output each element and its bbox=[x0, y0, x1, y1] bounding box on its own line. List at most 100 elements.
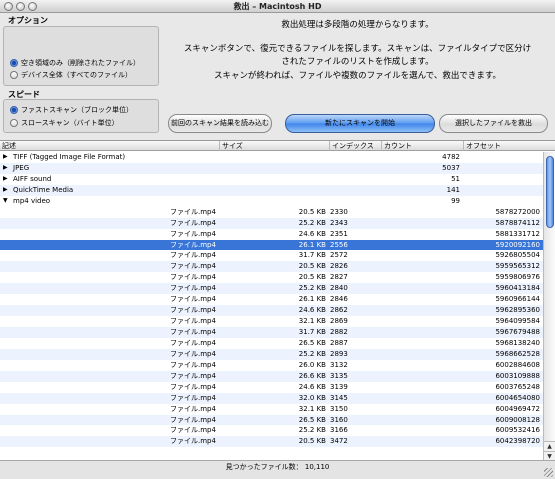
column-header-description[interactable]: 記述 bbox=[0, 141, 16, 151]
file-index: 2343 bbox=[330, 218, 348, 227]
file-index: 3472 bbox=[330, 437, 348, 446]
radio-unselected-icon[interactable] bbox=[10, 71, 18, 79]
file-row[interactable]: ファイル.mp4 26.1 KB 2846 5960966144 bbox=[0, 294, 543, 305]
group-row-aiff[interactable]: ▶ AIFF sound 51 bbox=[0, 174, 543, 185]
column-header-index[interactable]: インデックス bbox=[329, 141, 381, 151]
group-row-mp4[interactable]: ▼ mp4 video 99 bbox=[0, 196, 543, 207]
file-row[interactable]: ファイル.mp4 24.6 KB 3139 6003765248 bbox=[0, 382, 543, 393]
file-offset: 6004969472 bbox=[495, 404, 540, 413]
file-row[interactable]: ファイル.mp4 20.5 KB 2827 5959806976 bbox=[0, 272, 543, 283]
column-header-size[interactable]: サイズ bbox=[219, 141, 329, 151]
file-name: ファイル.mp4 bbox=[170, 360, 216, 369]
disclosure-expanded-icon[interactable]: ▼ bbox=[3, 196, 8, 207]
vertical-scrollbar[interactable]: ▲ ▼ bbox=[543, 152, 555, 460]
file-row[interactable]: ファイル.mp4 26.0 KB 3132 6002884608 bbox=[0, 360, 543, 371]
file-row[interactable]: ファイル.mp4 26.6 KB 3135 6003109888 bbox=[0, 370, 543, 382]
disclosure-collapsed-icon[interactable]: ▶ bbox=[3, 163, 8, 174]
file-offset: 5959806976 bbox=[495, 273, 540, 282]
file-name: ファイル.mp4 bbox=[170, 284, 216, 293]
file-row[interactable]: ファイル.mp4 20.5 KB 2330 5878272000 bbox=[0, 207, 543, 218]
file-index: 2882 bbox=[330, 328, 348, 336]
file-row[interactable]: ファイル.mp4 26.1 KB 2556 5920092160 bbox=[0, 239, 543, 251]
file-index: 2840 bbox=[330, 284, 348, 293]
group-row-jpeg[interactable]: ▶ JPEG 5037 bbox=[0, 162, 543, 174]
radio-selected-icon[interactable] bbox=[10, 59, 18, 67]
group-count: 51 bbox=[451, 174, 460, 183]
disclosure-collapsed-icon[interactable]: ▶ bbox=[3, 152, 8, 163]
option-free-space-label: 空き領域のみ（削除されたファイル） bbox=[21, 59, 140, 67]
group-row-quicktime[interactable]: ▶ QuickTime Media 141 bbox=[0, 184, 543, 196]
file-row[interactable]: ファイル.mp4 25.2 KB 2343 5878874112 bbox=[0, 217, 543, 229]
file-offset: 6002884608 bbox=[495, 360, 540, 369]
file-row[interactable]: ファイル.mp4 26.5 KB 2887 5968138240 bbox=[0, 338, 543, 349]
option-whole-device-label: デバイス全体（すべてのファイル） bbox=[21, 71, 133, 79]
load-previous-scan-button[interactable]: 前回のスキャン結果を読み込む bbox=[168, 114, 272, 133]
file-rows: ファイル.mp4 20.5 KB 2330 5878272000 ファイル.mp4 25.… bbox=[0, 207, 543, 448]
file-index: 2869 bbox=[330, 317, 348, 326]
new-scan-button[interactable]: 新たにスキャンを開始 bbox=[285, 114, 435, 133]
file-name: ファイル.mp4 bbox=[170, 251, 216, 260]
file-name: ファイル.mp4 bbox=[170, 218, 216, 227]
file-row[interactable]: ファイル.mp4 25.2 KB 2893 5968662528 bbox=[0, 348, 543, 360]
description-line-3: されたファイルのリストを作成します。 bbox=[281, 57, 434, 67]
file-size: 26.0 KB bbox=[298, 360, 326, 369]
option-whole-device[interactable]: デバイス全体（すべてのファイル） bbox=[10, 70, 132, 80]
file-index: 2351 bbox=[330, 229, 348, 238]
column-header-count[interactable]: カウント bbox=[381, 141, 463, 151]
file-size: 25.2 KB bbox=[298, 218, 326, 227]
file-name: ファイル.mp4 bbox=[170, 437, 216, 446]
file-name: ファイル.mp4 bbox=[170, 240, 216, 249]
file-row[interactable]: ファイル.mp4 26.5 KB 3160 6009008128 bbox=[0, 414, 543, 426]
column-header-offset[interactable]: オフセット bbox=[463, 141, 543, 151]
file-offset: 6009008128 bbox=[495, 415, 540, 424]
scroll-up-arrow-icon[interactable]: ▲ bbox=[544, 441, 555, 451]
disclosure-collapsed-icon[interactable]: ▶ bbox=[3, 174, 8, 185]
group-row-tiff[interactable]: ▶ TIFF (Tagged Image File Format) 4782 bbox=[0, 152, 543, 163]
scroll-down-arrow-icon[interactable]: ▼ bbox=[544, 451, 555, 460]
file-row[interactable]: ファイル.mp4 32.1 KB 2869 5964099584 bbox=[0, 316, 543, 327]
minimize-window-icon[interactable] bbox=[16, 2, 25, 11]
group-name: mp4 video bbox=[13, 196, 51, 205]
file-size: 25.2 KB bbox=[298, 284, 326, 293]
file-offset: 5878272000 bbox=[495, 207, 540, 216]
file-row[interactable]: ファイル.mp4 32.0 KB 3145 6004654080 bbox=[0, 392, 543, 404]
option-slow-scan[interactable]: スロースキャン（バイト単位） bbox=[10, 118, 119, 128]
option-fast-scan[interactable]: ファストスキャン（ブロック単位） bbox=[10, 105, 133, 115]
file-row[interactable]: ファイル.mp4 20.5 KB 3472 6042398720 bbox=[0, 436, 543, 448]
scrollbar-thumb[interactable] bbox=[546, 156, 554, 228]
file-size: 25.2 KB bbox=[298, 349, 326, 358]
rescue-selected-button[interactable]: 選択したファイルを救出 bbox=[439, 114, 548, 133]
file-index: 3166 bbox=[330, 426, 348, 435]
file-offset: 5878874112 bbox=[495, 218, 540, 227]
option-fast-scan-label: ファストスキャン（ブロック単位） bbox=[21, 106, 133, 114]
file-row[interactable]: ファイル.mp4 25.2 KB 3166 6009532416 bbox=[0, 425, 543, 436]
radio-selected-icon[interactable] bbox=[10, 106, 18, 114]
file-size: 25.2 KB bbox=[298, 426, 326, 435]
file-index: 2572 bbox=[330, 251, 348, 260]
file-offset: 5960966144 bbox=[495, 295, 540, 304]
group-count: 99 bbox=[451, 196, 460, 205]
resize-grip-icon[interactable] bbox=[544, 468, 553, 477]
disclosure-collapsed-icon[interactable]: ▶ bbox=[3, 185, 8, 196]
file-row[interactable]: ファイル.mp4 31.7 KB 2882 5967679488 bbox=[0, 327, 543, 338]
file-row[interactable]: ファイル.mp4 24.6 KB 2862 5962895360 bbox=[0, 305, 543, 317]
close-window-icon[interactable] bbox=[4, 2, 13, 11]
option-free-space[interactable]: 空き領域のみ（削除されたファイル） bbox=[10, 58, 140, 68]
group-count: 4782 bbox=[442, 153, 460, 161]
file-row[interactable]: ファイル.mp4 24.6 KB 2351 5881331712 bbox=[0, 229, 543, 240]
file-index: 2893 bbox=[330, 349, 348, 358]
file-offset: 6003765248 bbox=[495, 382, 540, 391]
group-count: 141 bbox=[446, 185, 460, 194]
group-name: QuickTime Media bbox=[13, 185, 74, 194]
file-row[interactable]: ファイル.mp4 32.1 KB 3150 6004969472 bbox=[0, 404, 543, 415]
description-line-4: スキャンが終われば、ファイルや複数のファイルを選んで、救出できます。 bbox=[214, 71, 501, 81]
file-row[interactable]: ファイル.mp4 20.5 KB 2826 5959565312 bbox=[0, 261, 543, 273]
file-row[interactable]: ファイル.mp4 31.7 KB 2572 5926805504 bbox=[0, 250, 543, 261]
radio-unselected-icon[interactable] bbox=[10, 119, 18, 127]
file-offset: 6009532416 bbox=[495, 426, 540, 435]
options-group-title: オプション bbox=[8, 16, 48, 25]
file-row[interactable]: ファイル.mp4 25.2 KB 2840 5960413184 bbox=[0, 283, 543, 295]
file-name: ファイル.mp4 bbox=[170, 306, 216, 315]
file-index: 2556 bbox=[330, 240, 348, 249]
zoom-window-icon[interactable] bbox=[28, 2, 37, 11]
